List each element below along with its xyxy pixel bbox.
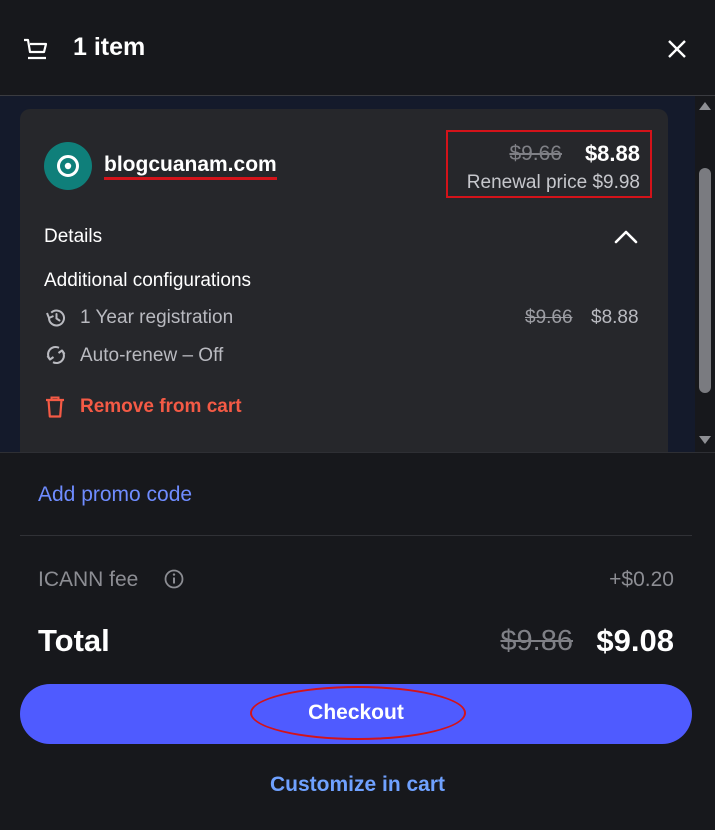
remove-from-cart-button[interactable]: Remove from cart	[44, 395, 242, 424]
renewal-price: Renewal price $9.98	[466, 172, 640, 193]
renew-icon	[46, 345, 66, 365]
cart-items-scroll-area[interactable]: blogcuanam.com $9.66 $8.88 Renewal price…	[0, 96, 715, 452]
add-promo-code-link[interactable]: Add promo code	[38, 483, 192, 507]
additional-configurations-heading: Additional configurations	[44, 270, 252, 291]
registration-new-price: $8.88	[591, 307, 639, 328]
domain-logo-icon	[44, 142, 92, 190]
cart-title: 1 item	[73, 33, 146, 61]
new-price: $8.88	[584, 141, 640, 166]
total-new-price: $9.08	[596, 623, 674, 658]
cart-header: 1 item	[0, 0, 715, 96]
divider	[20, 535, 692, 536]
info-icon[interactable]	[164, 569, 184, 589]
remove-from-cart-label: Remove from cart	[80, 396, 242, 417]
autorenew-label[interactable]: Auto-renew – Off	[80, 345, 223, 367]
order-summary: Add promo code ICANN fee +$0.20 Total $9…	[0, 452, 715, 830]
scrollbar-thumb[interactable]	[699, 168, 711, 393]
history-icon	[46, 309, 65, 327]
cart-icon	[24, 38, 48, 60]
scroll-up-arrow-icon[interactable]	[699, 102, 711, 110]
details-toggle-label[interactable]: Details	[44, 226, 102, 248]
customize-in-cart-link[interactable]: Customize in cart	[0, 773, 715, 797]
domain-logo-glyph	[57, 155, 79, 177]
trash-icon	[46, 396, 64, 418]
registration-old-price: $9.66	[525, 307, 573, 328]
domain-name: blogcuanam.com	[104, 154, 277, 180]
checkout-button[interactable]: Checkout	[20, 684, 692, 744]
icann-fee-value: +$0.20	[609, 568, 674, 591]
chevron-up-icon[interactable]	[613, 227, 639, 245]
cart-item-card: blogcuanam.com $9.66 $8.88 Renewal price…	[20, 109, 668, 452]
registration-label: 1 Year registration	[80, 307, 234, 328]
total-label: Total	[38, 623, 110, 658]
total-old-price: $9.86	[500, 625, 573, 657]
price-block: $9.66 $8.88 Renewal price $9.98	[446, 130, 652, 198]
old-price: $9.66	[509, 142, 562, 165]
scroll-down-arrow-icon[interactable]	[699, 436, 711, 444]
close-icon[interactable]	[665, 37, 689, 61]
scrollbar[interactable]	[695, 96, 715, 452]
icann-fee-label: ICANN fee	[38, 568, 139, 591]
checkout-label: Checkout	[308, 701, 404, 724]
